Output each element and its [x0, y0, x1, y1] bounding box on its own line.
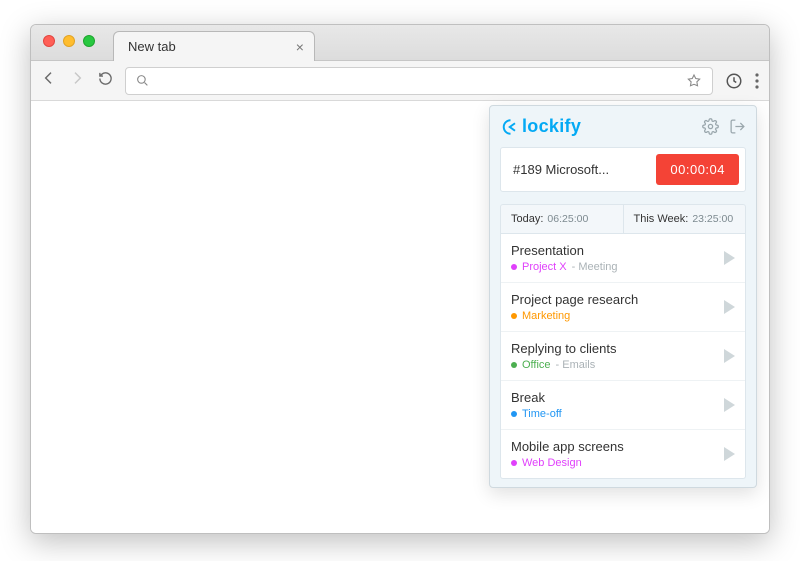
time-entry[interactable]: Replying to clients Office - Emails	[501, 331, 745, 380]
play-icon[interactable]	[724, 447, 735, 461]
current-timer-row: #189 Microsoft... 00:00:04	[500, 147, 746, 192]
minimize-window-icon[interactable]	[63, 35, 75, 47]
entry-task: - Emails	[556, 359, 596, 371]
clockify-popup: lockify #189 Microsoft... 00:00:04 Tod	[489, 105, 757, 488]
entry-project: Web Design	[522, 457, 582, 469]
clockify-logo-icon	[500, 118, 518, 136]
play-icon[interactable]	[724, 398, 735, 412]
settings-icon[interactable]	[702, 118, 719, 135]
tab-close-icon[interactable]: ×	[296, 39, 304, 55]
entry-project: Office	[522, 359, 551, 371]
bookmark-star-icon[interactable]	[686, 73, 702, 89]
time-entry[interactable]: Project page research Marketing	[501, 282, 745, 331]
time-entry[interactable]: Mobile app screens Web Design	[501, 429, 745, 478]
entry-title: Project page research	[511, 292, 638, 307]
play-icon[interactable]	[724, 349, 735, 363]
browser-menu-icon[interactable]	[755, 73, 759, 89]
browser-tab[interactable]: New tab ×	[113, 31, 315, 61]
summary-week: This Week: 23:25:00	[623, 205, 746, 233]
entry-project: Project X	[522, 261, 567, 273]
window-controls	[43, 35, 95, 47]
browser-window: New tab × lockif	[30, 24, 770, 534]
back-icon[interactable]	[41, 70, 57, 91]
search-icon	[136, 74, 149, 87]
stop-timer-button[interactable]: 00:00:04	[656, 154, 739, 185]
brand-text: lockify	[522, 116, 581, 136]
project-color-dot	[511, 460, 517, 466]
page-content: lockify #189 Microsoft... 00:00:04 Tod	[31, 101, 769, 533]
summary-today: Today: 06:25:00	[501, 205, 623, 233]
entry-title: Presentation	[511, 243, 618, 258]
play-icon[interactable]	[724, 251, 735, 265]
toolbar	[31, 61, 769, 101]
maximize-window-icon[interactable]	[83, 35, 95, 47]
entry-title: Mobile app screens	[511, 439, 624, 454]
tab-title: New tab	[128, 39, 176, 54]
play-icon[interactable]	[724, 300, 735, 314]
address-bar[interactable]	[125, 67, 713, 95]
entry-title: Break	[511, 390, 562, 405]
logout-icon[interactable]	[729, 118, 746, 135]
forward-icon	[69, 70, 85, 91]
project-color-dot	[511, 362, 517, 368]
summary-week-value: 23:25:00	[692, 213, 733, 225]
project-color-dot	[511, 264, 517, 270]
project-color-dot	[511, 411, 517, 417]
time-summary: Today: 06:25:00 This Week: 23:25:00	[500, 204, 746, 234]
popup-header: lockify	[500, 116, 746, 137]
entry-project: Marketing	[522, 310, 570, 322]
clockify-extension-icon[interactable]	[725, 72, 743, 90]
close-window-icon[interactable]	[43, 35, 55, 47]
summary-today-label: Today:	[511, 213, 543, 225]
entry-title: Replying to clients	[511, 341, 617, 356]
current-entry-description[interactable]: #189 Microsoft...	[513, 162, 609, 177]
project-color-dot	[511, 313, 517, 319]
entry-project: Time-off	[522, 408, 562, 420]
reload-icon[interactable]	[97, 71, 113, 91]
clockify-logo: lockify	[500, 116, 581, 137]
titlebar: New tab ×	[31, 25, 769, 61]
recent-entries-list: Presentation Project X - Meeting Project p…	[500, 234, 746, 479]
entry-task: - Meeting	[572, 261, 618, 273]
summary-week-label: This Week:	[634, 213, 689, 225]
summary-today-value: 06:25:00	[547, 213, 588, 225]
time-entry[interactable]: Presentation Project X - Meeting	[501, 234, 745, 282]
time-entry[interactable]: Break Time-off	[501, 380, 745, 429]
